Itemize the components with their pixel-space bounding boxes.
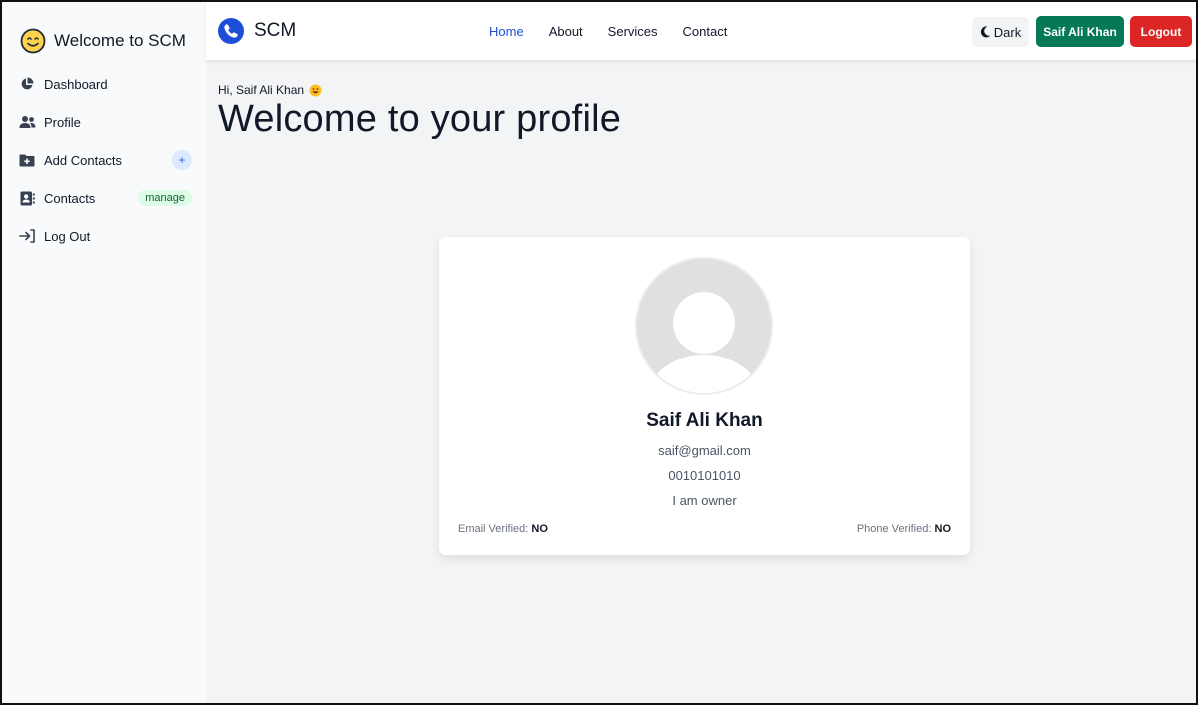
sidebar-item-add-contacts[interactable]: Add Contacts + (18, 146, 192, 174)
nav-logo[interactable]: SCM (218, 18, 296, 44)
phone-verified-label: Phone Verified: (856, 523, 932, 535)
manage-badge: manage (138, 190, 192, 206)
sidebar-brand-title: Welcome to SCM (54, 31, 186, 50)
email-verified-status: Email Verified: NO (458, 523, 548, 535)
avatar (635, 257, 773, 395)
dark-mode-button[interactable]: Dark (972, 17, 1029, 47)
profile-email: saif@gmail.com (658, 443, 751, 458)
sidebar-brand: Welcome to SCM (20, 28, 186, 54)
sidebar-item-contacts[interactable]: Contacts manage (18, 184, 192, 212)
sidebar-item-dashboard[interactable]: Dashboard (18, 70, 192, 98)
profile-phone: 0010101010 (668, 468, 741, 483)
address-book-icon (18, 189, 36, 207)
greeting-text: Hi, Saif Ali Khan (218, 83, 305, 97)
sidebar-item-logout[interactable]: Log Out (18, 222, 192, 250)
profile-card: Saif Ali Khan saif@gmail.com 0010101010 … (439, 237, 970, 555)
nav-logo-text: SCM (254, 20, 297, 41)
top-navbar: SCM Home About Services Contact Dark Sai… (206, 2, 1196, 60)
nav-link-about[interactable]: About (549, 24, 583, 39)
sidebar-item-label: Contacts (44, 190, 96, 206)
smiley-icon (20, 28, 46, 54)
folder-plus-icon (18, 151, 36, 169)
user-button[interactable]: Saif Ali Khan (1036, 16, 1124, 47)
email-verified-value: NO (531, 523, 548, 535)
profile-name: Saif Ali Khan (646, 410, 763, 431)
phone-icon (218, 18, 244, 44)
profile-about: I am owner (672, 493, 737, 508)
grinning-face-icon (309, 84, 322, 96)
nav-links: Home About Services Contact (489, 24, 752, 39)
greeting: Hi, Saif Ali Khan (218, 83, 322, 97)
sidebar-item-label: Add Contacts (44, 152, 123, 168)
email-verified-label: Email Verified: (458, 523, 529, 535)
app-frame: Welcome to SCM Dashboard Profile Add Con… (0, 0, 1198, 705)
phone-verified-value: NO (934, 523, 952, 535)
sign-out-icon (18, 227, 36, 245)
dark-mode-label: Dark (993, 24, 1022, 40)
nav-link-home[interactable]: Home (489, 24, 524, 39)
moon-icon (980, 26, 991, 38)
phone-verified-status: Phone Verified: NO (857, 523, 951, 535)
sidebar-item-label: Log Out (44, 228, 91, 244)
chart-pie-icon (18, 75, 36, 93)
nav-link-contact[interactable]: Contact (683, 24, 728, 39)
sidebar-item-label: Dashboard (44, 76, 108, 92)
logout-button[interactable]: Logout (1130, 16, 1192, 47)
page-title: Welcome to your profile (218, 98, 622, 140)
sidebar-item-label: Profile (44, 114, 81, 130)
users-icon (18, 113, 36, 131)
nav-link-services[interactable]: Services (608, 24, 658, 39)
sidebar: Welcome to SCM Dashboard Profile Add Con… (2, 2, 206, 703)
add-badge: + (172, 150, 192, 170)
sidebar-item-profile[interactable]: Profile (18, 108, 192, 136)
